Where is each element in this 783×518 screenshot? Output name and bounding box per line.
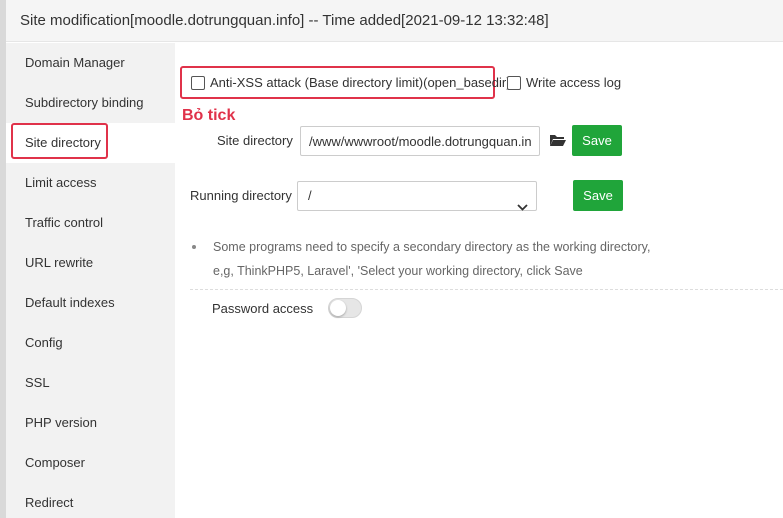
write-access-log-label: Write access log bbox=[526, 75, 622, 90]
sidebar-item-subdirectory-binding[interactable]: Subdirectory binding bbox=[6, 83, 175, 123]
section-divider bbox=[190, 289, 783, 291]
running-directory-label: Running directory bbox=[190, 188, 292, 203]
site-modification-dialog: Site modification[moodle.dotrungquan.inf… bbox=[6, 0, 783, 518]
sidebar-highlight-box bbox=[11, 123, 108, 159]
anti-xss-label: Anti-XSS attack (Base directory limit)(o… bbox=[210, 75, 511, 90]
main-content: Anti-XSS attack (Base directory limit)(o… bbox=[175, 43, 783, 518]
site-directory-input[interactable] bbox=[300, 126, 540, 156]
bullet-icon bbox=[192, 245, 196, 249]
running-directory-save-button[interactable]: Save bbox=[573, 180, 623, 211]
sidebar-item-config[interactable]: Config bbox=[6, 323, 175, 363]
write-access-log-checkbox[interactable] bbox=[507, 76, 521, 90]
sidebar: Domain Manager Subdirectory binding Site… bbox=[6, 43, 175, 518]
running-directory-selected: / bbox=[308, 188, 312, 203]
password-access-toggle[interactable] bbox=[328, 298, 362, 318]
site-directory-save-button[interactable]: Save bbox=[572, 125, 622, 156]
folder-open-icon[interactable] bbox=[549, 132, 567, 148]
sidebar-item-ssl[interactable]: SSL bbox=[6, 363, 175, 403]
toggle-knob bbox=[330, 300, 346, 316]
sidebar-item-url-rewrite[interactable]: URL rewrite bbox=[6, 243, 175, 283]
note-line-1: Some programs need to specify a secondar… bbox=[213, 240, 651, 254]
anti-xss-checkbox[interactable] bbox=[191, 76, 205, 90]
sidebar-item-default-indexes[interactable]: Default indexes bbox=[6, 283, 175, 323]
password-access-label: Password access bbox=[212, 301, 314, 316]
running-directory-select[interactable]: / bbox=[297, 181, 537, 211]
sidebar-item-domain-manager[interactable]: Domain Manager bbox=[6, 43, 175, 83]
chevron-down-icon bbox=[517, 193, 528, 221]
note-line-2: e,g, ThinkPHP5, Laravel', 'Select your w… bbox=[213, 264, 583, 278]
sidebar-item-traffic-control[interactable]: Traffic control bbox=[6, 203, 175, 243]
sidebar-item-php-version[interactable]: PHP version bbox=[6, 403, 175, 443]
sidebar-item-limit-access[interactable]: Limit access bbox=[6, 163, 175, 203]
sidebar-item-redirect[interactable]: Redirect bbox=[6, 483, 175, 518]
site-directory-label: Site directory bbox=[217, 133, 293, 148]
sidebar-item-composer[interactable]: Composer bbox=[6, 443, 175, 483]
dialog-title: Site modification[moodle.dotrungquan.inf… bbox=[6, 0, 783, 42]
